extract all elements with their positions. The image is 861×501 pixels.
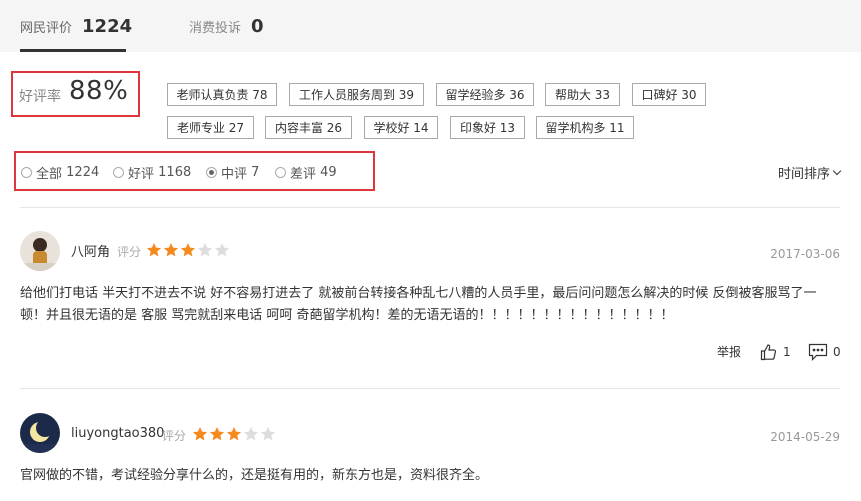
comment-count: 0 (833, 345, 841, 359)
tag-chip[interactable]: 工作人员服务周到 39 (289, 83, 424, 106)
tab-count: 1224 (82, 15, 133, 37)
like-count: 1 (783, 345, 791, 359)
tag-chip[interactable]: 留学机构多 11 (536, 116, 634, 139)
sort-label: 时间排序 (777, 167, 830, 182)
filter-count: 49 (320, 165, 337, 180)
tab-user-reviews[interactable]: 网民评价 1224 (20, 0, 132, 52)
review-username[interactable]: 八阿角 (71, 241, 110, 260)
star-filled-icon (180, 243, 196, 257)
filter-label: 全部 (36, 167, 63, 182)
positive-rate-label: 好评率 (19, 89, 61, 105)
radio-icon[interactable] (21, 167, 32, 178)
score-label: 评分 (162, 429, 187, 443)
filter-negative[interactable]: 差评 49 (275, 163, 337, 182)
radio-icon[interactable] (113, 167, 124, 178)
score-label: 评分 (117, 245, 142, 259)
star-empty-icon (243, 427, 259, 441)
sort-by-time-dropdown[interactable]: 时间排序 (777, 163, 842, 182)
filter-count: 1168 (158, 165, 192, 180)
star-filled-icon (226, 427, 242, 441)
tag-chip[interactable]: 口碑好 30 (632, 83, 706, 106)
star-empty-icon (260, 427, 276, 441)
tag-chip[interactable]: 留学经验多 36 (436, 83, 534, 106)
tab-label: 消费投诉 (189, 20, 242, 36)
tag-chip[interactable]: 印象好 13 (450, 116, 525, 139)
star-filled-icon (192, 427, 208, 441)
chevron-down-icon (832, 166, 842, 175)
like-button[interactable]: 1 (760, 343, 791, 361)
tag-chip[interactable]: 老师专业 27 (167, 116, 254, 139)
filter-label: 差评 (290, 167, 317, 182)
divider (20, 388, 840, 389)
review-username[interactable]: liuyongtao380 (71, 426, 164, 441)
review-date: 2017-03-06 (770, 247, 840, 261)
star-filled-icon (209, 427, 225, 441)
tag-chip[interactable]: 帮助大 33 (545, 83, 620, 106)
tab-complaints[interactable]: 消费投诉 0 (189, 0, 264, 52)
filter-label: 中评 (221, 167, 248, 182)
star-filled-icon (163, 243, 179, 257)
comment-icon (808, 343, 828, 361)
comment-button[interactable]: 0 (808, 343, 841, 361)
radio-icon[interactable] (275, 167, 286, 178)
active-tab-indicator (20, 49, 126, 52)
radio-checked-icon[interactable] (206, 167, 217, 178)
filter-count: 1224 (66, 165, 100, 180)
avatar[interactable] (20, 231, 60, 271)
avatar[interactable] (20, 413, 60, 453)
tab-label: 网民评价 (20, 20, 73, 36)
divider (20, 207, 840, 208)
tag-chip[interactable]: 老师认真负责 78 (167, 83, 277, 106)
review-text: 官网做的不错，考试经验分享什么的，还是挺有用的，新东方也是，资料很齐全。 (20, 468, 489, 483)
thumbs-up-icon (760, 344, 777, 361)
tab-count: 0 (251, 15, 264, 37)
filter-all[interactable]: 全部 1224 (21, 163, 99, 182)
star-rating (146, 242, 231, 258)
tag-chip[interactable]: 内容丰富 26 (265, 116, 352, 139)
review-text: 给他们打电话 半天打不进去不说 好不容易打进去了 就被前台转接各种乱七八糟的人员… (20, 286, 817, 323)
star-empty-icon (214, 243, 230, 257)
review-date: 2014-05-29 (770, 430, 840, 444)
tag-chip[interactable]: 学校好 14 (364, 116, 438, 139)
star-rating (192, 426, 277, 442)
filter-neutral[interactable]: 中评 7 (206, 163, 259, 182)
report-link[interactable]: 举报 (717, 343, 741, 360)
filter-count: 7 (251, 165, 260, 180)
review-tabbar: 网民评价 1224 消费投诉 0 (0, 0, 861, 52)
positive-rate-value: 88% (69, 76, 129, 106)
star-filled-icon (146, 243, 162, 257)
filter-label: 好评 (128, 167, 155, 182)
star-empty-icon (197, 243, 213, 257)
filter-positive[interactable]: 好评 1168 (113, 163, 191, 182)
